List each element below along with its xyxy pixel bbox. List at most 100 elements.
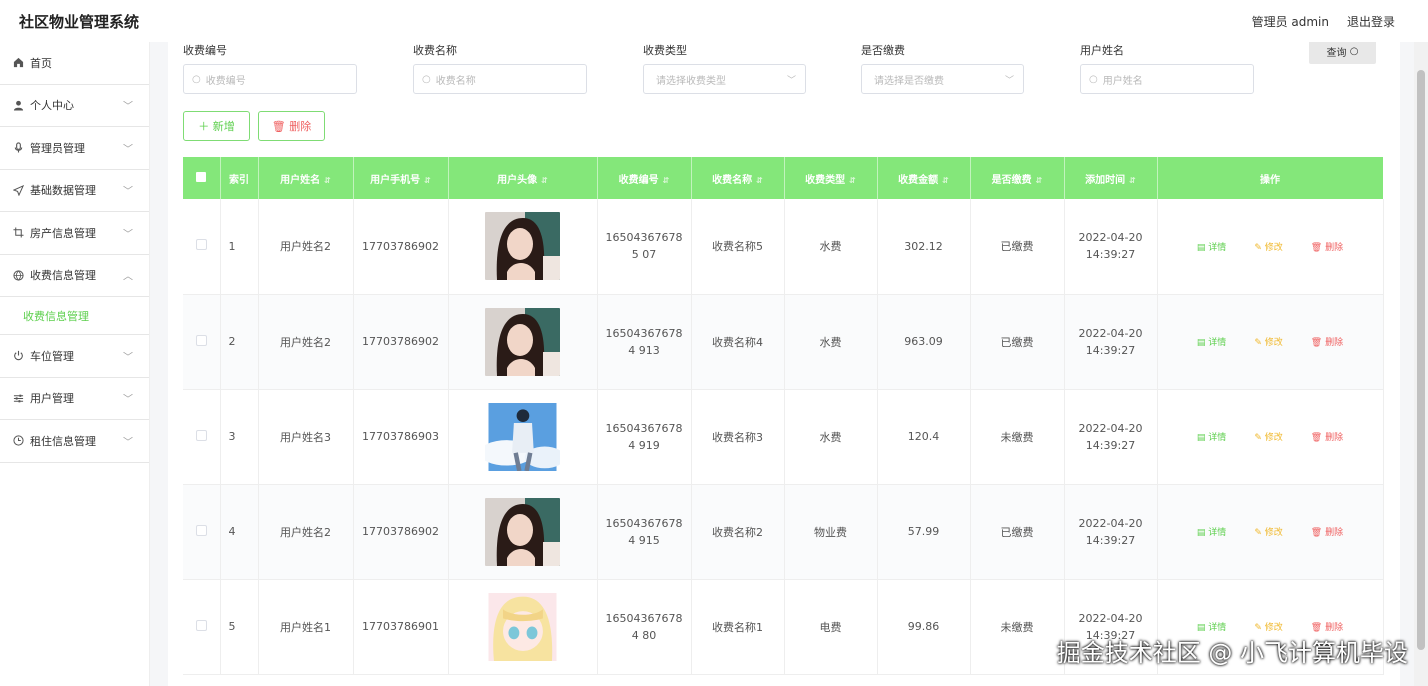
col-header[interactable]: 收费类型 ⇵ xyxy=(784,157,878,199)
current-user: 管理员 admin xyxy=(1251,14,1329,29)
sidebar-item-admins[interactable]: 管理员管理 ﹀ xyxy=(0,127,149,170)
col-header[interactable]: 收费编号 ⇵ xyxy=(597,157,692,199)
search-icon: ○ xyxy=(1089,73,1098,85)
cell-phone: 17703786902 xyxy=(353,294,449,390)
row-checkbox[interactable] xyxy=(183,294,221,390)
delete-label: 删除 xyxy=(289,120,312,133)
col-header[interactable]: 用户姓名 ⇵ xyxy=(258,157,354,199)
cell-index: 2 xyxy=(220,294,259,390)
cell-avatar xyxy=(448,579,598,675)
row-delete-button[interactable]: 🗑 删除 xyxy=(1311,620,1343,633)
add-button[interactable]: ＋ 新增 xyxy=(183,111,250,141)
cell-fee-name: 收费名称3 xyxy=(691,389,785,485)
row-checkbox[interactable] xyxy=(183,579,221,675)
cell-fee-name: 收费名称5 xyxy=(691,199,785,295)
fee-name-input[interactable]: ○ 收费名称 xyxy=(413,64,587,94)
col-header[interactable]: 收费名称 ⇵ xyxy=(691,157,785,199)
sidebar-item-label: 个人中心 xyxy=(30,99,74,113)
detail-button[interactable]: ▤ 详情 xyxy=(1197,240,1226,253)
query-label: 查询 xyxy=(1326,48,1347,59)
user-name-input[interactable]: ○ 用户姓名 xyxy=(1080,64,1254,94)
cell-paid: 已缴费 xyxy=(970,294,1065,390)
edit-button[interactable]: ✎ 修改 xyxy=(1254,620,1282,633)
col-header[interactable]: 收费金额 ⇵ xyxy=(877,157,971,199)
row-delete-button[interactable]: 🗑 删除 xyxy=(1311,335,1343,348)
table-header-row: 索引 用户姓名 ⇵ 用户手机号 ⇵ 用户头像 ⇵ 收费编号 ⇵ 收费名称 ⇵ 收费类型 ⇵ … xyxy=(183,157,1384,199)
detail-button[interactable]: ▤ 详情 xyxy=(1197,335,1226,348)
table-row: 3 用户姓名3 17703786903 165043676784 919 收费名称3 水费… xyxy=(183,389,1384,485)
sidebar-item-label: 基础数据管理 xyxy=(30,184,96,198)
detail-button[interactable]: ▤ 详情 xyxy=(1197,430,1226,443)
cell-user-name: 用户姓名3 xyxy=(258,389,354,485)
fee-no-input[interactable]: ○ 收费编号 xyxy=(183,64,357,94)
chevron-down-icon: ﹀ xyxy=(123,144,133,156)
avatar xyxy=(485,402,560,471)
cell-amount: 99.86 xyxy=(877,579,971,675)
scrollbar[interactable] xyxy=(1414,42,1428,686)
edit-button[interactable]: ✎ 修改 xyxy=(1254,525,1282,538)
sort-icon: ⇵ xyxy=(541,175,548,185)
sidebar: 首页 个人中心 ﹀ 管理员管理 ﹀ 基础数据管理 ﹀ 房产信息管理 ﹀ 收费信息… xyxy=(0,42,150,686)
sidebar-item-profile[interactable]: 个人中心 ﹀ xyxy=(0,85,149,127)
chevron-down-icon: ﹀ xyxy=(123,101,133,113)
cell-fee-no: 165043676784 915 xyxy=(597,484,692,580)
delete-button[interactable]: 🗑 删除 xyxy=(258,111,325,141)
field-label: 收费类型 xyxy=(643,44,687,57)
chevron-down-icon: ﹀ xyxy=(123,229,133,241)
sidebar-item-label: 车位管理 xyxy=(30,349,74,363)
sort-icon: ⇵ xyxy=(424,175,431,185)
sidebar-item-basic-data[interactable]: 基础数据管理 ﹀ xyxy=(0,170,149,212)
cell-avatar xyxy=(448,484,598,580)
row-checkbox[interactable] xyxy=(183,199,221,295)
sort-icon: ⇵ xyxy=(942,175,949,185)
watermark: 掘金技术社区 @ 小飞计算机毕设 xyxy=(1056,639,1408,667)
sidebar-subitem-fee-management[interactable]: 收费信息管理 xyxy=(0,297,149,335)
search-form: 收费编号 ○ 收费编号 收费名称 ○ 收费名称 收费类型 请选择收费类型 ﹀ 是否缴费… xyxy=(168,39,1400,102)
edit-button[interactable]: ✎ 修改 xyxy=(1254,240,1282,253)
row-delete-button[interactable]: 🗑 删除 xyxy=(1311,240,1343,253)
detail-button[interactable]: ▤ 详情 xyxy=(1197,620,1226,633)
query-button[interactable]: 查询 ○ xyxy=(1309,39,1376,64)
power-icon xyxy=(11,349,25,363)
sidebar-item-parking[interactable]: 车位管理 ﹀ xyxy=(0,335,149,378)
cell-paid: 未缴费 xyxy=(970,579,1065,675)
cell-phone: 17703786903 xyxy=(353,389,449,485)
document-icon: ▤ xyxy=(1196,433,1206,443)
table-row: 1 用户姓名2 17703786902 165043676785 07 收费名称5 水费 3… xyxy=(183,199,1384,295)
paid-select[interactable]: 请选择是否缴费 ﹀ xyxy=(861,64,1024,94)
sidebar-item-property[interactable]: 房产信息管理 ﹀ xyxy=(0,212,149,255)
sidebar-item-home[interactable]: 首页 xyxy=(0,42,149,85)
col-header[interactable]: 是否缴费 ⇵ xyxy=(970,157,1065,199)
cell-fee-no: 165043676785 07 xyxy=(597,199,692,295)
fee-type-select[interactable]: 请选择收费类型 ﹀ xyxy=(643,64,806,94)
globe-icon xyxy=(11,268,25,282)
sidebar-item-fees[interactable]: 收费信息管理 ︿ xyxy=(0,255,149,297)
row-checkbox[interactable] xyxy=(183,484,221,580)
sidebar-item-users[interactable]: 用户管理 ﹀ xyxy=(0,378,149,420)
placeholder: 请选择收费类型 xyxy=(656,75,726,87)
row-delete-button[interactable]: 🗑 删除 xyxy=(1311,525,1343,538)
sidebar-item-rental[interactable]: 租住信息管理 ﹀ xyxy=(0,420,149,463)
cell-amount: 57.99 xyxy=(877,484,971,580)
edit-button[interactable]: ✎ 修改 xyxy=(1254,430,1282,443)
col-header: 操作 xyxy=(1157,157,1384,199)
row-delete-button[interactable]: 🗑 删除 xyxy=(1311,430,1343,443)
edit-button[interactable]: ✎ 修改 xyxy=(1254,335,1282,348)
mic-icon xyxy=(11,141,25,155)
chevron-down-icon: ﹀ xyxy=(786,75,796,86)
detail-button[interactable]: ▤ 详情 xyxy=(1197,525,1226,538)
col-header[interactable]: 用户头像 ⇵ xyxy=(448,157,598,199)
scrollbar-thumb[interactable] xyxy=(1417,70,1425,650)
col-header[interactable]: 用户手机号 ⇵ xyxy=(353,157,449,199)
cell-actions: ▤ 详情 ✎ 修改 🗑 删除 xyxy=(1157,294,1384,390)
select-all-checkbox[interactable] xyxy=(183,157,221,199)
col-header: 索引 xyxy=(220,157,259,199)
row-checkbox[interactable] xyxy=(183,389,221,485)
cell-index: 4 xyxy=(220,484,259,580)
logout-link[interactable]: 退出登录 xyxy=(1347,13,1395,30)
main-content: 收费编号 ○ 收费编号 收费名称 ○ 收费名称 收费类型 请选择收费类型 ﹀ 是否缴费… xyxy=(168,39,1400,686)
col-header[interactable]: 添加时间 ⇵ xyxy=(1064,157,1158,199)
clock-icon xyxy=(11,434,25,448)
cell-index: 5 xyxy=(220,579,259,675)
sort-icon: ⇵ xyxy=(1035,175,1043,185)
